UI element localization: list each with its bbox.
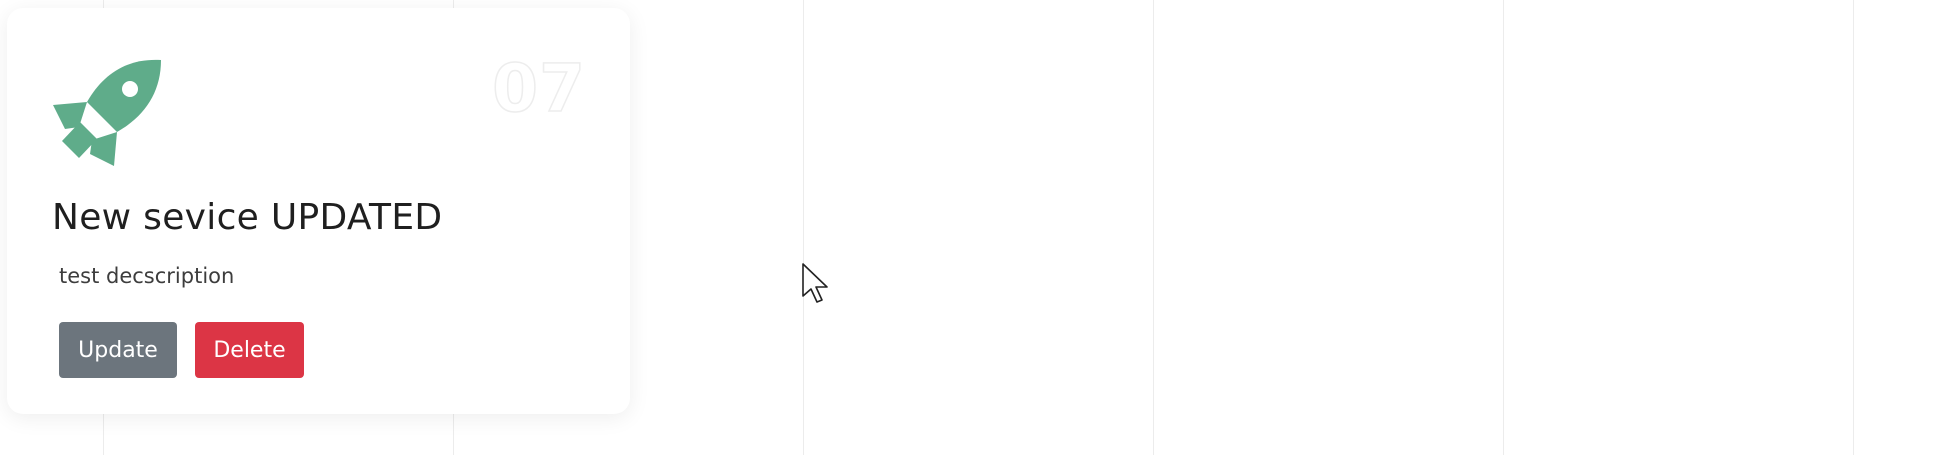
grid-divider [1503,0,1504,455]
service-title: New sevice UPDATED [52,197,443,238]
service-card: 07 New sevice UPDATED test decscription … [7,8,630,414]
grid-divider [803,0,804,455]
grid-divider [1153,0,1154,455]
update-button[interactable]: Update [59,322,177,378]
service-number: 07 [491,50,586,127]
grid-divider [1853,0,1854,455]
rocket-icon [53,59,161,166]
service-description: test decscription [59,264,235,288]
page-canvas: 07 New sevice UPDATED test decscription … [0,0,1960,455]
mouse-pointer-icon [802,263,828,303]
delete-button[interactable]: Delete [195,322,304,378]
